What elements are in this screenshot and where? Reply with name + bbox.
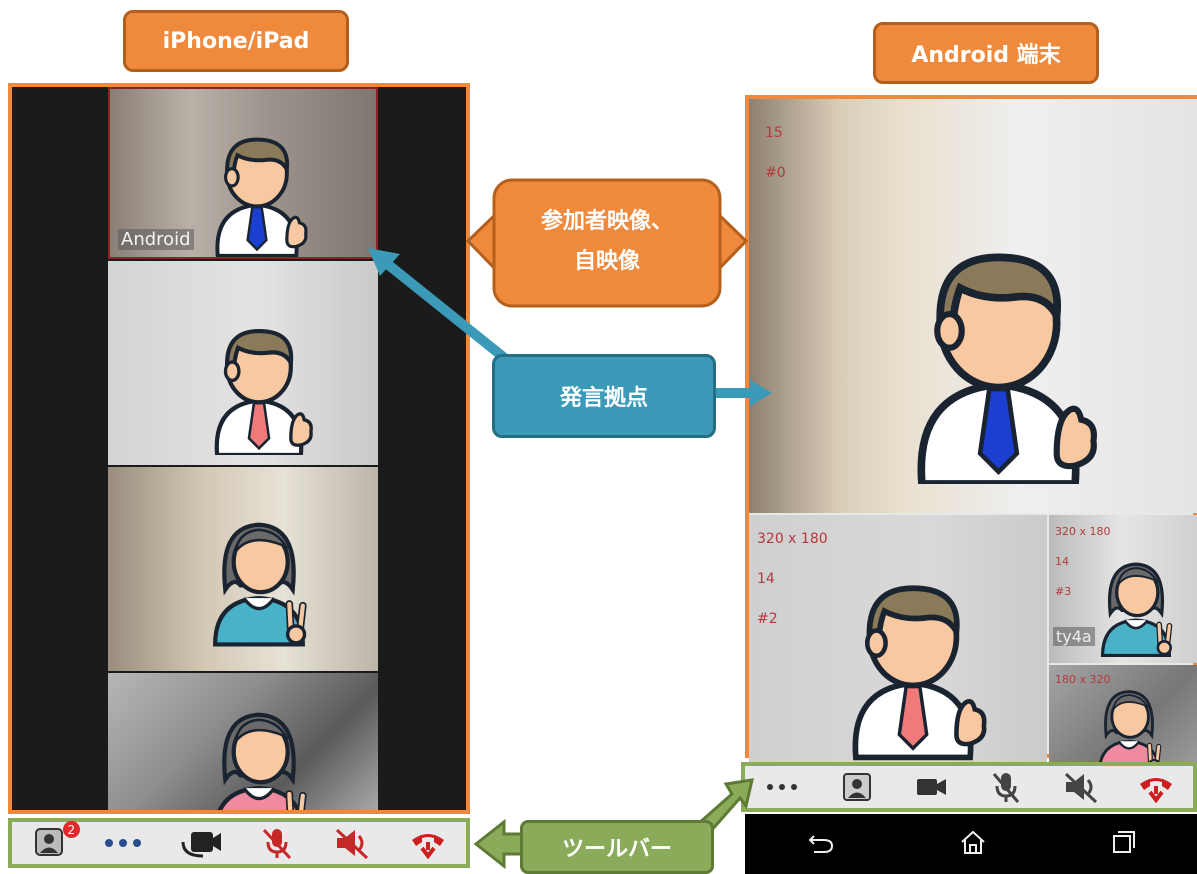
participant-video-c[interactable]: 180 x 320 — [1049, 665, 1197, 762]
tile-b-info-2: 14 — [1055, 555, 1069, 568]
female-avatar — [200, 697, 318, 810]
participants-icon[interactable]: 2 — [28, 821, 80, 863]
participant-video-4[interactable] — [108, 673, 378, 810]
iphone-toolbar: 2 — [8, 818, 470, 868]
more-icon[interactable] — [103, 823, 147, 863]
tile-b-name: ty4a — [1053, 627, 1095, 646]
android-label: Android 端末 — [873, 22, 1099, 84]
iphone-label: iPhone/iPad — [123, 10, 349, 72]
participant-video-2[interactable] — [108, 261, 378, 465]
male-avatar — [202, 129, 312, 257]
participant-name-label: Android — [118, 229, 194, 250]
participants-icon[interactable] — [835, 767, 879, 807]
callout-line1: 参加者映像、 — [540, 209, 673, 234]
tile-a-info-1: 320 x 180 — [757, 531, 828, 547]
female-avatar — [200, 507, 318, 647]
home-icon[interactable] — [958, 829, 988, 859]
tile-a-info-3: #2 — [757, 611, 778, 627]
android-toolbar — [741, 762, 1197, 812]
female-avatar — [1089, 679, 1169, 762]
camera-icon[interactable] — [910, 767, 954, 807]
participant-video-a[interactable]: 320 x 180 14 #2 — [749, 515, 1047, 762]
recents-icon[interactable] — [1110, 829, 1136, 859]
hangup-icon[interactable] — [1134, 767, 1178, 807]
main-speaker-video[interactable]: 15 #0 — [749, 99, 1197, 513]
hangup-icon[interactable] — [406, 823, 450, 863]
toolbar-callout: ツールバー — [520, 820, 714, 874]
male-avatar — [891, 239, 1106, 484]
mic-muted-icon[interactable] — [984, 767, 1028, 807]
participant-video-b[interactable]: 320 x 180 14 #3 ty4a — [1049, 515, 1197, 663]
participant-video-3[interactable] — [108, 467, 378, 671]
main-info-2: #0 — [765, 165, 786, 181]
camera-switch-icon[interactable] — [179, 823, 223, 863]
tile-a-info-2: 14 — [757, 571, 775, 587]
male-avatar — [833, 571, 993, 761]
tile-b-info-3: #3 — [1055, 585, 1072, 598]
speaker-muted-icon[interactable] — [1059, 767, 1103, 807]
speaker-callout: 発言拠点 — [492, 354, 716, 438]
main-info-1: 15 — [765, 125, 783, 141]
male-avatar — [200, 321, 318, 455]
tile-b-info-1: 320 x 180 — [1055, 525, 1111, 538]
participant-video-android[interactable]: Android — [108, 87, 378, 259]
participant-count-badge: 2 — [62, 821, 80, 838]
female-avatar — [1091, 551, 1181, 657]
more-icon[interactable] — [760, 767, 804, 807]
speaker-muted-icon[interactable] — [330, 823, 374, 863]
android-screen: 15 #0 320 x 180 14 #2 320 x 180 14 #3 ty… — [745, 95, 1197, 762]
mic-muted-icon[interactable] — [255, 823, 299, 863]
back-icon[interactable] — [806, 830, 836, 858]
android-nav-bar — [745, 814, 1197, 874]
